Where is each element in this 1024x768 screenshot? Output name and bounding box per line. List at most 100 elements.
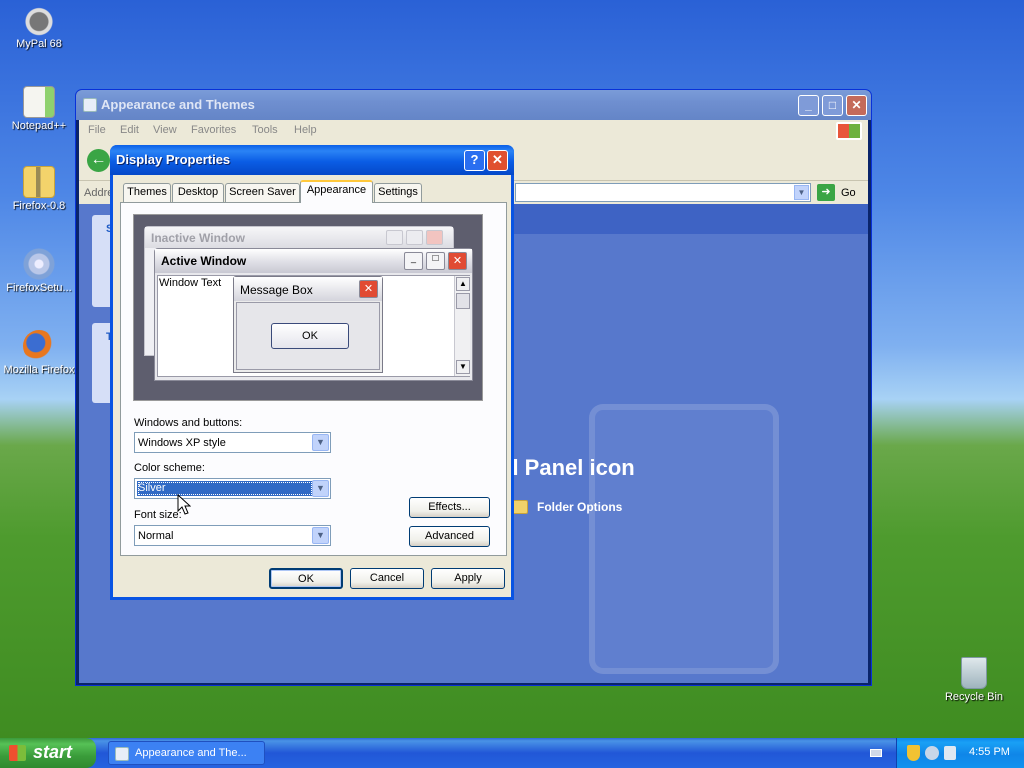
menu-view[interactable]: View: [153, 124, 177, 136]
message-box-preview: Message Box ✕ OK: [233, 276, 383, 373]
desktop-icon-firefox-setup[interactable]: FirefoxSetu...: [1, 248, 77, 294]
explorer-header-band: [511, 204, 868, 234]
zip-folder-icon: [23, 166, 55, 198]
message-box-title: Message Box: [240, 283, 313, 297]
chevron-down-icon[interactable]: ▼: [312, 480, 329, 497]
chevron-down-icon[interactable]: ▼: [312, 434, 329, 451]
setup-cd-icon: [23, 248, 55, 280]
inactive-close-icon: [426, 230, 443, 245]
address-label: Addre: [84, 187, 114, 199]
windows-buttons-value: Windows XP style: [138, 437, 226, 449]
inactive-window-title: Inactive Window: [151, 231, 245, 245]
network-icon[interactable]: [925, 746, 939, 760]
minimize-button[interactable]: _: [798, 95, 819, 116]
menu-favorites[interactable]: Favorites: [191, 124, 236, 136]
menu-help[interactable]: Help: [294, 124, 317, 136]
taskbar-button-appearance[interactable]: Appearance and The...: [108, 741, 265, 765]
raccoon-icon: [23, 4, 55, 36]
color-scheme-label: Color scheme:: [134, 462, 205, 474]
inactive-maximize-icon: [406, 230, 423, 245]
inactive-window-titlebar: Inactive Window: [145, 227, 453, 248]
back-arrow-icon[interactable]: ←: [87, 149, 110, 172]
apply-button[interactable]: Apply: [431, 568, 505, 589]
appearance-preview: Inactive Window Active Window _ □ ✕ Wind…: [133, 214, 483, 401]
folder-icon[interactable]: [512, 500, 528, 514]
inactive-minimize-icon: [386, 230, 403, 245]
maximize-button[interactable]: □: [822, 95, 843, 116]
watermark-icon: [589, 404, 779, 674]
desktop-icon-mozilla-firefox[interactable]: Mozilla Firefox: [1, 330, 77, 376]
active-close-icon: ✕: [448, 252, 467, 270]
menu-edit[interactable]: Edit: [120, 124, 139, 136]
volume-icon[interactable]: [944, 746, 956, 760]
pick-icon-heading: ol Panel icon: [499, 455, 635, 480]
chevron-down-icon[interactable]: ▼: [312, 527, 329, 544]
dialog-titlebar[interactable]: Display Properties ? ✕: [110, 145, 514, 175]
font-size-select[interactable]: Normal ▼: [134, 525, 331, 546]
active-maximize-icon: □: [426, 252, 445, 270]
keyboard-icon[interactable]: [870, 749, 882, 757]
folder-options-link[interactable]: Folder Options: [537, 500, 622, 514]
go-label[interactable]: Go: [841, 187, 856, 199]
desktop-icon-label: FirefoxSetu...: [6, 282, 72, 294]
display-properties-dialog[interactable]: Display Properties ? ✕ Themes Desktop Sc…: [110, 145, 514, 600]
color-scheme-value: Silver: [138, 482, 166, 494]
windows-buttons-label: Windows and buttons:: [134, 417, 243, 429]
clock[interactable]: 4:55 PM: [969, 746, 1010, 758]
desktop-icon-label: Firefox-0.8: [12, 200, 66, 212]
notepad-icon: [23, 86, 55, 118]
active-window-title: Active Window: [161, 254, 247, 268]
tab-settings[interactable]: Settings: [374, 183, 422, 202]
window-text-sample: Window Text: [159, 277, 222, 289]
color-scheme-select[interactable]: Silver ▼: [134, 478, 331, 499]
font-size-label: Font size:: [134, 509, 182, 521]
desktop-icon-label: Notepad++: [11, 120, 67, 132]
scroll-thumb: [456, 293, 470, 309]
address-dropdown-arrow[interactable]: ▼: [794, 185, 809, 200]
control-panel-icon: [115, 747, 129, 761]
start-label: start: [33, 742, 73, 762]
scroll-down-icon: ▼: [456, 360, 470, 374]
taskbar: start Appearance and The... 4:55 PM: [0, 738, 1024, 768]
desktop-icon-notepadpp[interactable]: Notepad++: [1, 86, 77, 132]
tab-themes[interactable]: Themes: [123, 183, 171, 202]
windows-buttons-select[interactable]: Windows XP style ▼: [134, 432, 331, 453]
message-box-titlebar: Message Box ✕: [234, 277, 382, 301]
scroll-up-icon: ▲: [456, 277, 470, 291]
address-input[interactable]: [515, 183, 811, 202]
desktop-icon-label: Mozilla Firefox: [3, 364, 75, 376]
desktop-icon-recycle-bin[interactable]: Recycle Bin: [936, 657, 1012, 703]
desktop-icon-firefox-zip[interactable]: Firefox-0.8: [1, 166, 77, 212]
mouse-cursor-icon: [177, 494, 191, 515]
security-shield-icon[interactable]: [907, 745, 920, 761]
preview-scrollbar: ▲ ▼: [454, 276, 470, 376]
explorer-titlebar[interactable]: Appearance and Themes _ □ ✕: [76, 90, 871, 120]
desktop-icon-mypal[interactable]: MyPal 68: [1, 4, 77, 50]
control-panel-icon: [83, 98, 97, 112]
message-box-body: OK: [236, 302, 380, 370]
desktop-icon-label: MyPal 68: [16, 38, 62, 50]
advanced-button[interactable]: Advanced: [409, 526, 490, 547]
active-window-titlebar: Active Window _ □ ✕: [155, 249, 472, 273]
menu-tools[interactable]: Tools: [252, 124, 278, 136]
tab-screen-saver[interactable]: Screen Saver: [225, 183, 300, 202]
ok-button[interactable]: OK: [269, 568, 343, 589]
start-button[interactable]: start: [0, 738, 96, 768]
tab-desktop[interactable]: Desktop: [172, 183, 224, 202]
effects-button[interactable]: Effects...: [409, 497, 490, 518]
font-size-value: Normal: [138, 530, 174, 542]
explorer-title: Appearance and Themes: [101, 97, 255, 112]
message-box-close-icon: ✕: [359, 280, 378, 298]
dialog-close-button[interactable]: ✕: [487, 150, 508, 171]
tab-appearance[interactable]: Appearance: [300, 180, 373, 203]
dialog-title: Display Properties: [116, 152, 231, 167]
recycle-bin-icon: [961, 657, 987, 689]
close-button[interactable]: ✕: [846, 95, 867, 116]
cancel-button[interactable]: Cancel: [350, 568, 424, 589]
go-arrow-icon[interactable]: ➜: [817, 184, 835, 201]
firefox-icon: [23, 330, 55, 362]
explorer-menubar: File Edit View Favorites Tools Help: [79, 120, 868, 142]
desktop-icon-label: Recycle Bin: [944, 691, 1004, 703]
help-button[interactable]: ?: [464, 150, 485, 171]
menu-file[interactable]: File: [88, 124, 106, 136]
